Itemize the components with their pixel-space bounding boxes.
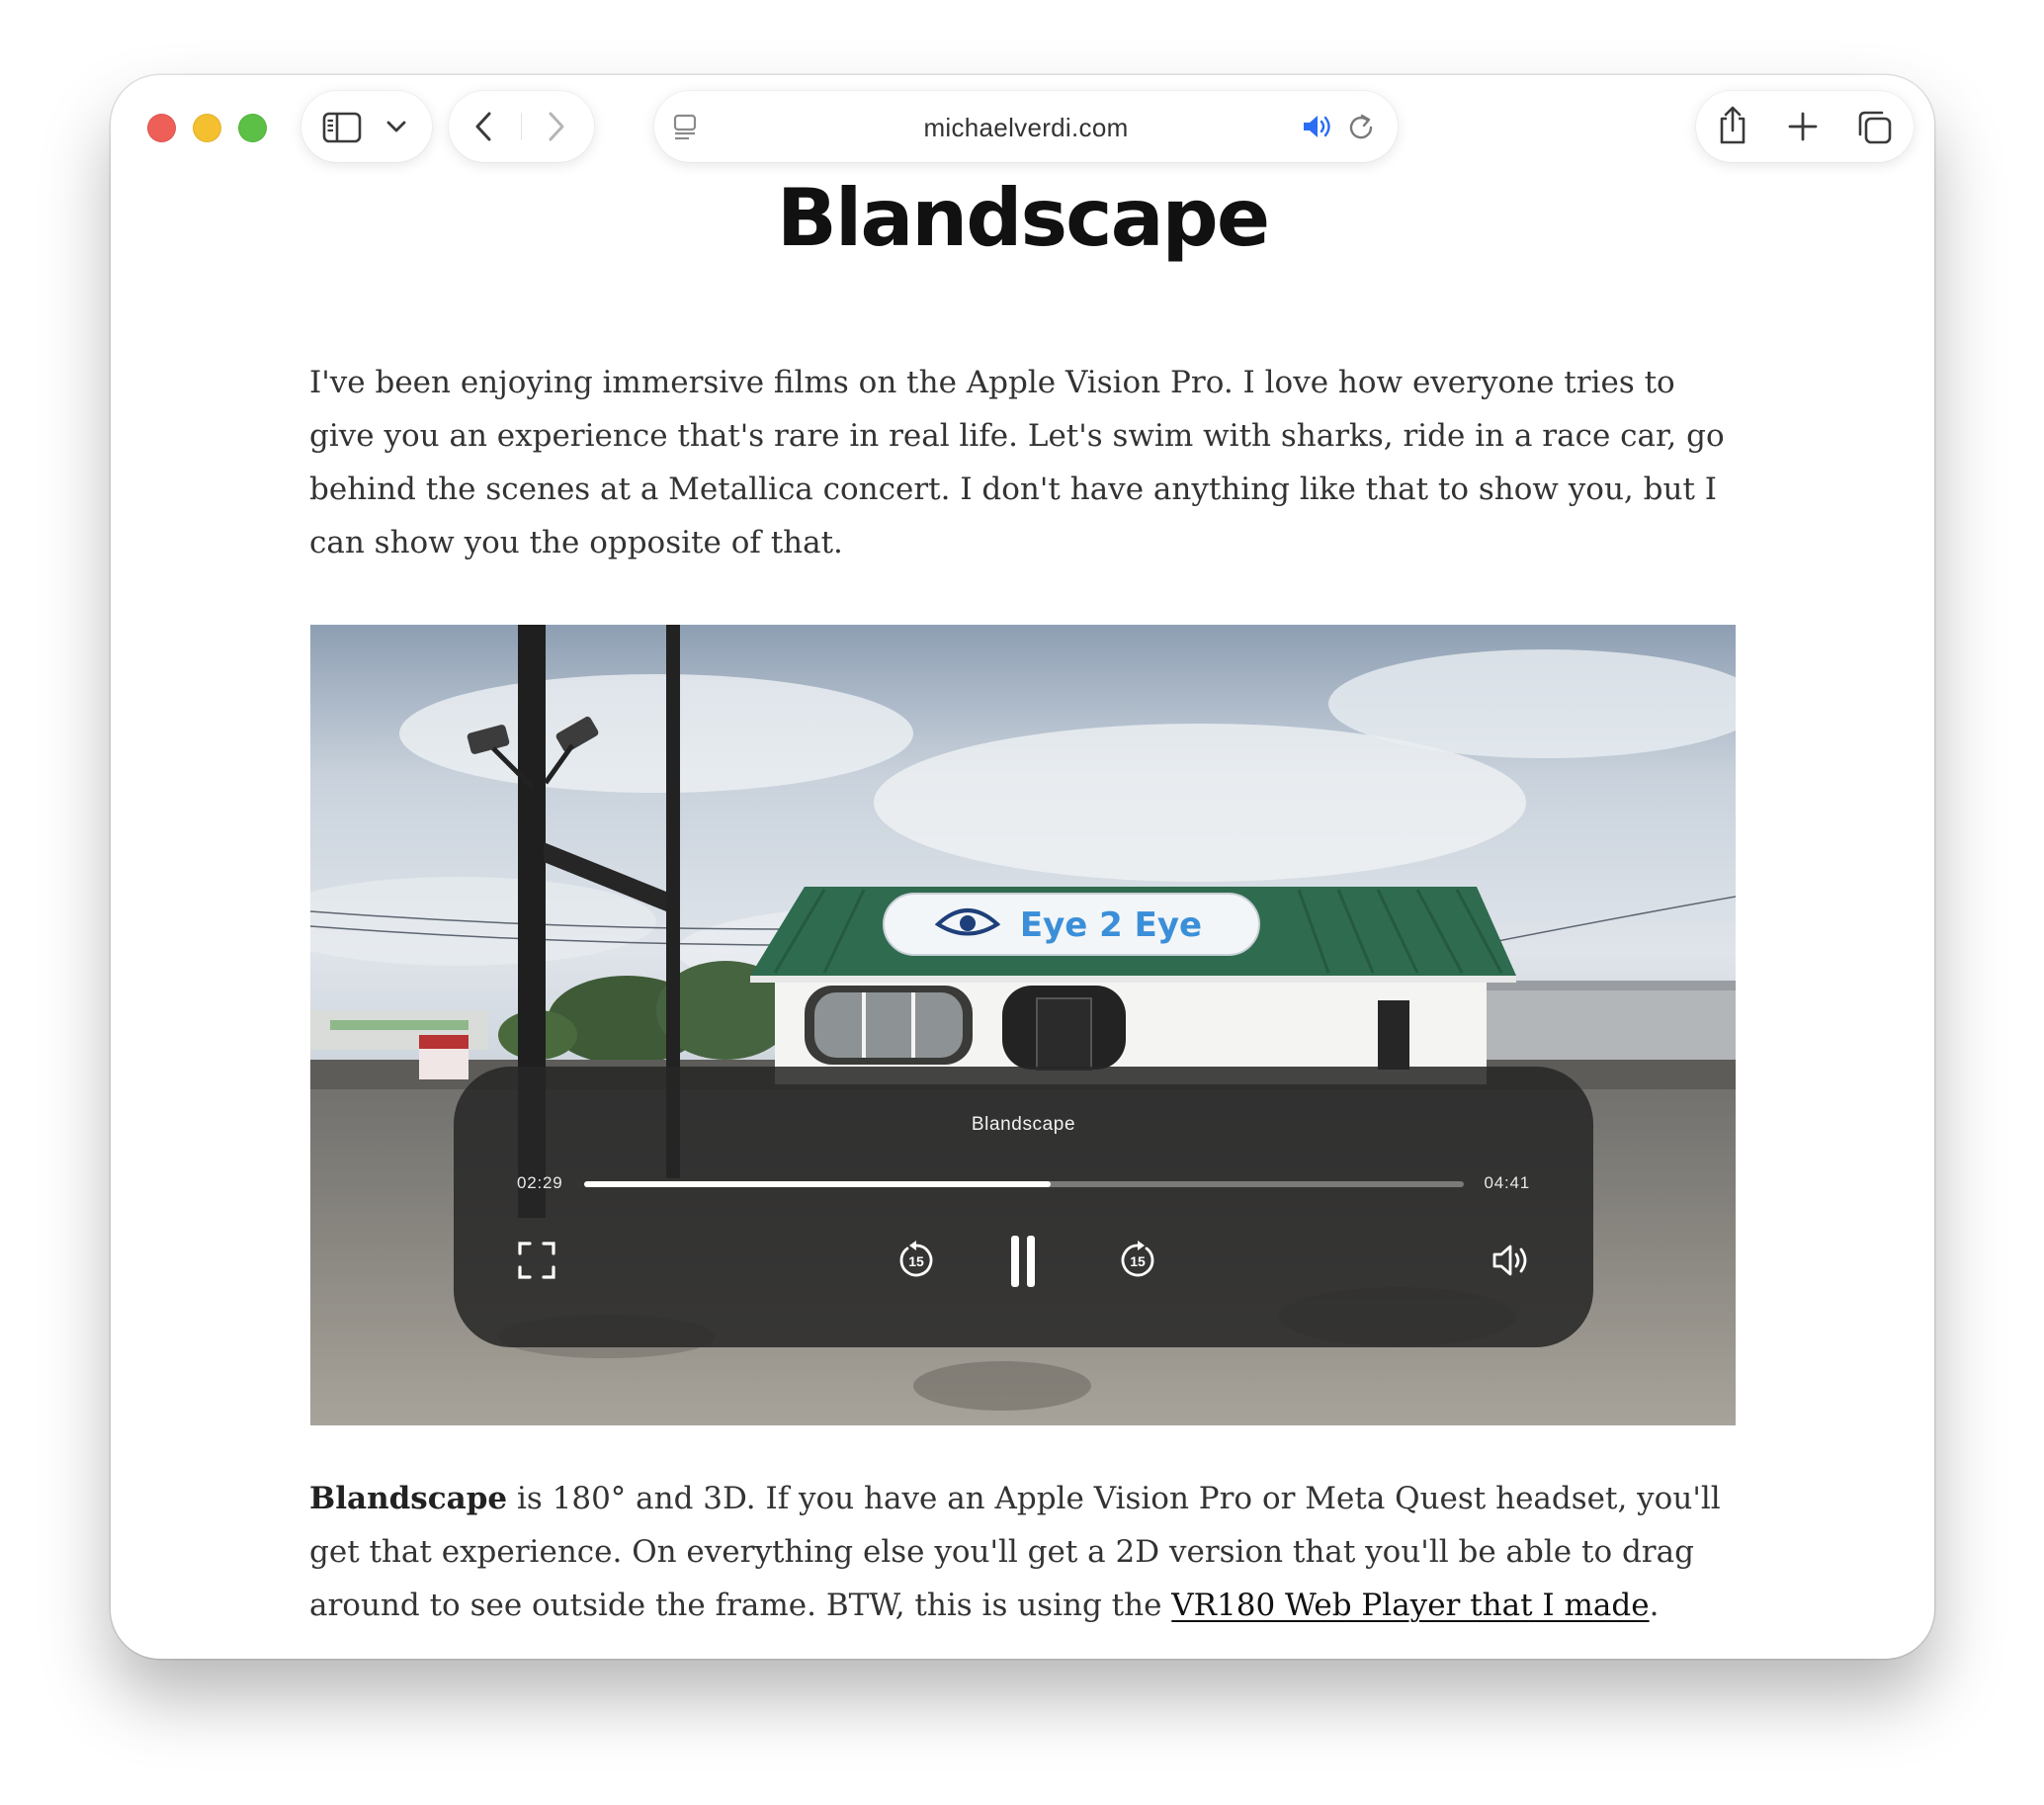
forward-icon[interactable]: [546, 110, 567, 143]
progress-slider[interactable]: [584, 1181, 1464, 1187]
fullscreen-icon[interactable]: [517, 1241, 556, 1280]
intro-paragraph: I've been enjoying immersive films on th…: [309, 365, 1725, 560]
skip-back-seconds: 15: [908, 1253, 924, 1269]
minimize-window-button[interactable]: [193, 114, 221, 142]
sidebar-icon[interactable]: [322, 112, 362, 143]
share-icon[interactable]: [1715, 105, 1750, 146]
audio-playing-icon[interactable]: [1301, 113, 1334, 140]
vr180-player-link[interactable]: VR180 Web Player that I made: [1171, 1588, 1649, 1623]
current-time: 02:29: [517, 1173, 563, 1192]
skip-forward-seconds: 15: [1130, 1253, 1146, 1269]
new-tab-icon[interactable]: [1787, 111, 1819, 142]
skip-back-15-icon[interactable]: 15: [896, 1241, 936, 1280]
reload-icon[interactable]: [1346, 112, 1376, 141]
tab-overview-icon[interactable]: [1856, 109, 1894, 146]
sidebar-toggle-group: [301, 91, 432, 162]
close-window-button[interactable]: [147, 114, 176, 142]
video-player[interactable]: Eye 2 Eye Blandscape 02:29 04:41 15 15: [310, 625, 1736, 1425]
store-sign-text: Eye 2 Eye: [1020, 905, 1202, 945]
playback-controls: Blandscape 02:29 04:41 15 15: [454, 1067, 1593, 1347]
skip-forward-15-icon[interactable]: 15: [1118, 1241, 1157, 1280]
back-icon[interactable]: [472, 110, 494, 143]
page-title: Blandscape: [776, 172, 1270, 264]
body-paragraph: Blandscape is 180° and 3D. If you have a…: [309, 1472, 1738, 1632]
address-bar[interactable]: michaelverdi.com: [654, 91, 1398, 162]
video-title: Blandscape: [971, 1114, 1076, 1135]
navigation-group: [449, 91, 594, 162]
browser-window: michaelverdi.com Blandscape I've been en…: [111, 75, 1934, 1659]
body-end: .: [1649, 1588, 1660, 1623]
progress-fill: [584, 1181, 1051, 1187]
toolbar-actions: [1696, 91, 1914, 162]
body-bold-title: Blandscape: [309, 1481, 508, 1516]
nav-divider: [521, 113, 522, 140]
chevron-down-icon[interactable]: [385, 119, 407, 134]
volume-icon[interactable]: [1491, 1243, 1533, 1278]
zoom-window-button[interactable]: [238, 114, 267, 142]
pause-icon[interactable]: [1010, 1235, 1036, 1288]
url-text[interactable]: michaelverdi.com: [654, 113, 1398, 143]
duration-time: 04:41: [1484, 1173, 1530, 1192]
